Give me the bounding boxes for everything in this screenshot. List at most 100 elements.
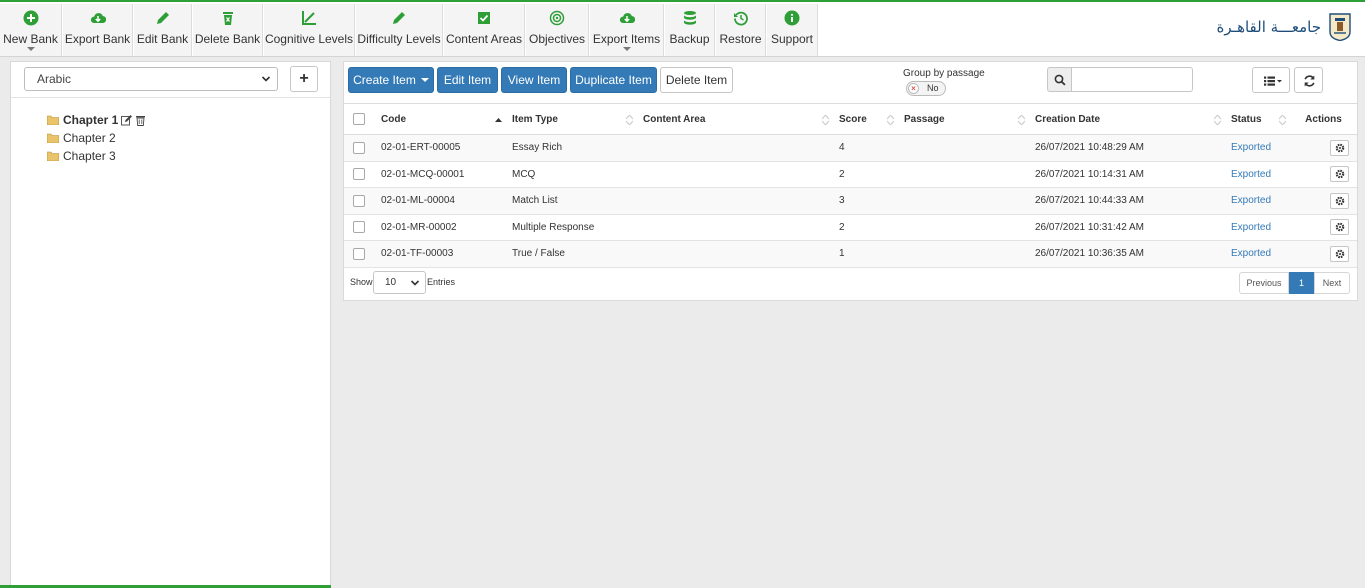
- chevron-down-icon: [261, 76, 271, 82]
- select-all-checkbox[interactable]: [353, 113, 365, 125]
- tree-item-chapter-3[interactable]: Chapter 3: [47, 147, 146, 165]
- duplicate-item-button[interactable]: Duplicate Item: [570, 67, 657, 93]
- tree-item-label: Chapter 2: [63, 131, 116, 145]
- column-header-creation-date[interactable]: Creation Date: [1029, 103, 1225, 135]
- content-areas-button[interactable]: Content Areas: [444, 4, 525, 56]
- table-row[interactable]: 02-01-TF-00003 True / False 1 26/07/2021…: [344, 240, 1357, 268]
- column-header-score[interactable]: Score: [833, 103, 898, 135]
- row-select-cell: [344, 134, 375, 162]
- status-cell: Exported: [1225, 214, 1290, 241]
- group-by-passage-toggle[interactable]: × No: [906, 81, 946, 96]
- language-select-value: Arabic: [37, 72, 72, 86]
- next-page-button[interactable]: Next: [1314, 272, 1350, 294]
- row-checkbox[interactable]: [353, 194, 365, 207]
- export-bank-button[interactable]: Export Bank: [63, 4, 133, 56]
- tree-item-chapter-1[interactable]: Chapter 1: [47, 111, 146, 129]
- export-items-button[interactable]: Export Items: [590, 4, 664, 56]
- status-cell: Exported: [1225, 134, 1290, 162]
- sort-icon: [822, 115, 829, 125]
- items-panel: Create Item Edit Item View Item Duplicat…: [343, 61, 1358, 301]
- delete-item-button[interactable]: Delete Item: [660, 67, 733, 93]
- new-bank-button[interactable]: New Bank: [0, 4, 62, 56]
- create-item-label: Create Item: [353, 73, 416, 87]
- chevron-down-icon: [410, 280, 420, 286]
- row-actions-button[interactable]: [1330, 166, 1349, 183]
- passage-cell: [898, 240, 1029, 268]
- difficulty-levels-button[interactable]: Difficulty Levels: [356, 4, 443, 56]
- trash-icon[interactable]: [135, 115, 146, 126]
- difficulty-levels-label: Difficulty Levels: [357, 32, 441, 46]
- content-area-cell: [637, 134, 833, 162]
- edit-bank-button[interactable]: Edit Bank: [134, 4, 192, 56]
- table-row[interactable]: 02-01-MR-00002 Multiple Response 2 26/07…: [344, 214, 1357, 241]
- column-header-label: Item Type: [512, 113, 558, 125]
- row-actions-button[interactable]: [1330, 139, 1349, 156]
- column-header-passage[interactable]: Passage: [898, 103, 1029, 135]
- row-checkbox[interactable]: [353, 221, 365, 234]
- status-link[interactable]: Exported: [1231, 169, 1271, 180]
- language-select[interactable]: Arabic: [24, 67, 278, 91]
- view-item-button[interactable]: View Item: [501, 67, 567, 93]
- status-link[interactable]: Exported: [1231, 195, 1271, 206]
- tree-item-label: Chapter 1: [63, 113, 119, 127]
- refresh-button[interactable]: [1294, 67, 1323, 93]
- column-header-content-area[interactable]: Content Area: [637, 103, 833, 135]
- create-item-button[interactable]: Create Item: [348, 67, 434, 93]
- content-area-cell: [637, 240, 833, 268]
- search-icon-addon: [1047, 67, 1072, 92]
- refresh-icon: [1304, 75, 1315, 87]
- page-size-select[interactable]: 10: [373, 271, 426, 294]
- chevron-down-icon: [420, 78, 429, 82]
- status-link[interactable]: Exported: [1231, 222, 1271, 233]
- search-input[interactable]: [1071, 67, 1193, 92]
- objectives-button[interactable]: Objectives: [526, 4, 589, 56]
- chart-line-icon: [264, 10, 354, 30]
- column-header-label: Code: [381, 113, 406, 125]
- page-1-button[interactable]: 1: [1289, 272, 1314, 294]
- gear-icon: [1335, 249, 1344, 259]
- toggle-state-text: No: [927, 83, 939, 93]
- tree-item-chapter-2[interactable]: Chapter 2: [47, 129, 146, 147]
- code-cell: 02-01-MCQ-00001: [375, 161, 506, 188]
- column-visibility-button[interactable]: [1252, 67, 1290, 93]
- chevron-down-icon: [622, 47, 631, 51]
- content-area-cell: [637, 214, 833, 241]
- delete-bank-button[interactable]: Delete Bank: [193, 4, 263, 56]
- column-header-label: Passage: [904, 113, 945, 125]
- add-chapter-button[interactable]: +: [290, 66, 318, 92]
- status-cell: Exported: [1225, 187, 1290, 215]
- column-header-item-type[interactable]: Item Type: [506, 103, 637, 135]
- status-link[interactable]: Exported: [1231, 248, 1271, 259]
- backup-button[interactable]: Backup: [665, 4, 715, 56]
- row-checkbox[interactable]: [353, 141, 365, 154]
- restore-button[interactable]: Restore: [716, 4, 766, 56]
- edit-item-button[interactable]: Edit Item: [437, 67, 498, 93]
- passage-cell: [898, 214, 1029, 241]
- folder-icon: [47, 115, 59, 125]
- row-checkbox[interactable]: [353, 247, 365, 260]
- row-actions-button[interactable]: [1330, 245, 1349, 262]
- content-area-cell: [637, 187, 833, 215]
- code-cell: 02-01-MR-00002: [375, 214, 506, 241]
- previous-page-button[interactable]: Previous: [1239, 272, 1289, 294]
- row-checkbox[interactable]: [353, 168, 365, 181]
- passage-cell: [898, 187, 1029, 215]
- support-button[interactable]: Support: [767, 4, 818, 56]
- university-name: جامعـــة القاهـرة: [1216, 18, 1321, 36]
- row-actions-button[interactable]: [1330, 219, 1349, 236]
- column-header-code[interactable]: Code: [375, 103, 506, 135]
- chevron-down-icon: [26, 47, 35, 51]
- cognitive-levels-button[interactable]: Cognitive Levels: [264, 4, 355, 56]
- table-row[interactable]: 02-01-ERT-00005 Essay Rich 4 26/07/2021 …: [344, 134, 1357, 162]
- row-actions-button[interactable]: [1330, 192, 1349, 209]
- status-cell: Exported: [1225, 240, 1290, 268]
- sort-asc-icon: [495, 118, 502, 122]
- passage-cell: [898, 134, 1029, 162]
- edit-icon[interactable]: [121, 114, 133, 126]
- table-row[interactable]: 02-01-ML-00004 Match List 3 26/07/2021 1…: [344, 187, 1357, 215]
- column-header-status[interactable]: Status: [1225, 103, 1290, 135]
- gear-icon: [1335, 222, 1344, 232]
- status-link[interactable]: Exported: [1231, 142, 1271, 153]
- actions-cell: [1290, 134, 1357, 162]
- table-row[interactable]: 02-01-MCQ-00001 MCQ 2 26/07/2021 10:14:3…: [344, 161, 1357, 188]
